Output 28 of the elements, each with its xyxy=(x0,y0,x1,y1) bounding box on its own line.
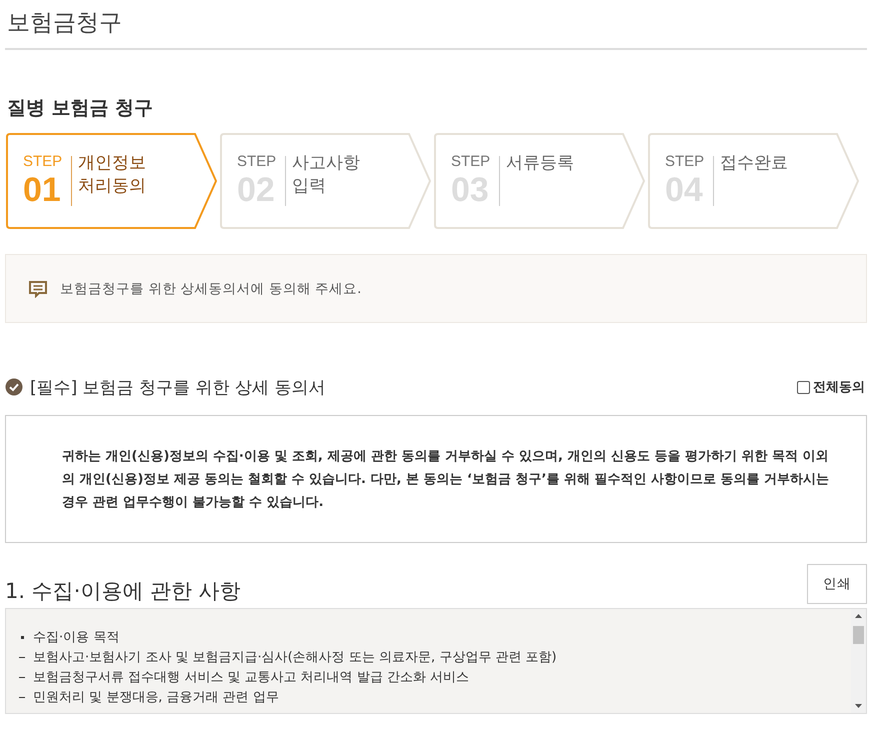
step-label: STEP xyxy=(665,154,706,170)
agree-all-checkbox[interactable]: 전체동의 xyxy=(797,378,867,396)
comment-icon xyxy=(28,280,48,298)
step-title: 사고사항 입력 xyxy=(292,152,360,198)
bullet-icon xyxy=(21,636,24,638)
terms-line: 보험사고·보험사기 조사 및 보험금지급·심사(손해사정 또는 의료자문, 구상업무 관련 포함) xyxy=(33,649,557,666)
terms-line: 수집·이용 목적 xyxy=(33,629,120,646)
page-title: 보험금청구 xyxy=(5,0,867,50)
step-label: STEP xyxy=(23,154,64,170)
consent-text: 귀하는 개인(신용)정보의 수집·이용 및 조회, 제공에 관한 동의를 거부하실 수 있으며, 개인의 신용도 등을 평가하기 위한 목적 이외의 개인(신용)정보 제공 동의는 철회할 수 있습니다. 다만, 본 동의는 ‘보험금 청구’를 위해 필수적인 사항이므로 동의를 거부하시는 경우 관련 업무수행이 불가능할 수 있습니다. xyxy=(62,448,830,512)
step-title: 개인정보 처리동의 xyxy=(78,152,146,198)
dash-icon xyxy=(19,696,25,698)
print-button[interactable]: 인쇄 xyxy=(807,564,867,604)
step-title: 접수완료 xyxy=(720,152,788,175)
notice-text: 보험금청구를 위한 상세동의서에 동의해 주세요. xyxy=(60,280,362,298)
step-label: STEP xyxy=(451,154,492,170)
check-circle-icon xyxy=(5,378,23,396)
terms-line: 보험금청구서류 접수대행 서비스 및 교통사고 처리내역 발급 간소화 서비스 xyxy=(33,669,470,686)
dash-icon xyxy=(19,656,25,658)
consent-title: [필수] 보험금 청구를 위한 상세 동의서 xyxy=(30,376,326,398)
section-title: 질병 보험금 청구 xyxy=(7,96,154,120)
dash-icon xyxy=(19,676,25,678)
section-heading: 1. 수집·이용에 관한 사항 xyxy=(5,578,241,604)
step-label: STEP xyxy=(237,154,278,170)
step-tab[interactable]: STEP 01 개인정보 처리동의 xyxy=(5,132,218,230)
terms-line: 민원처리 및 분쟁대응, 금융거래 관련 업무 xyxy=(33,689,279,706)
step-title: 서류등록 xyxy=(506,152,574,175)
step-number: 01 xyxy=(23,170,62,210)
